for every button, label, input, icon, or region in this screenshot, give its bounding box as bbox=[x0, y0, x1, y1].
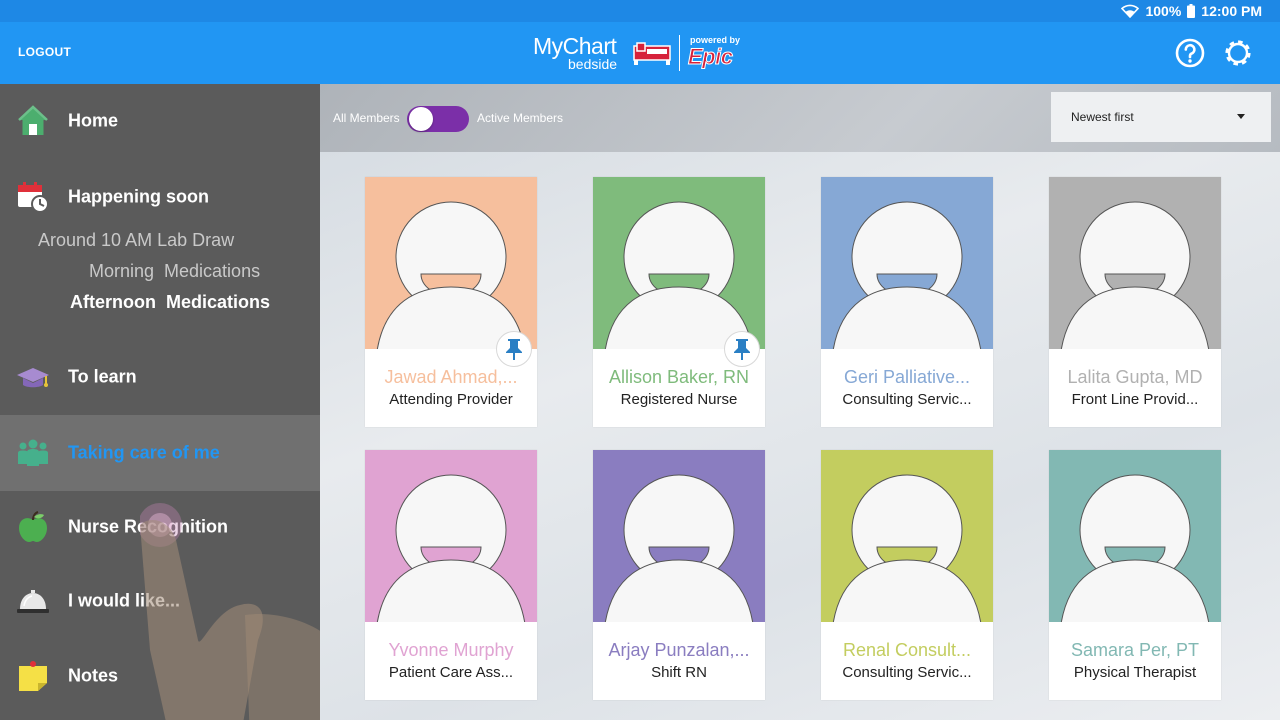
event-text: Lab Draw bbox=[157, 230, 235, 250]
pin-button[interactable] bbox=[496, 331, 532, 367]
toggle-knob bbox=[409, 107, 433, 131]
avatar bbox=[365, 450, 537, 622]
sidebar-item-home[interactable]: Home bbox=[0, 84, 320, 158]
care-team-role: Consulting Servic... bbox=[842, 391, 972, 408]
care-team-role: Consulting Servic... bbox=[842, 664, 972, 681]
avatar bbox=[821, 177, 993, 349]
logo-divider bbox=[679, 35, 680, 71]
caret-down-icon bbox=[1237, 114, 1245, 119]
app-logo: MyChart bedside powered by Epic bbox=[533, 32, 752, 74]
care-team-card[interactable]: Arjay Punzalan,... Shift RN bbox=[593, 450, 765, 700]
care-team-role: Shift RN bbox=[651, 664, 707, 681]
care-team-role: Patient Care Ass... bbox=[388, 664, 514, 681]
happening-soon-afternoon-meds[interactable]: Afternoon Medications bbox=[70, 292, 270, 313]
event-time: Around 10 AM bbox=[38, 230, 153, 250]
person-placeholder-icon bbox=[365, 177, 537, 349]
happening-soon-lab-draw[interactable]: Around 10 AM Lab Draw bbox=[38, 230, 234, 251]
sticky-note-icon bbox=[19, 661, 47, 691]
care-team-name: Renal Consult... bbox=[842, 640, 972, 660]
pushpin-icon bbox=[506, 339, 522, 360]
sidebar-item-i-would-like[interactable]: I would like... bbox=[0, 564, 320, 638]
wifi-icon bbox=[1121, 4, 1140, 18]
sidebar-item-nurse-recognition[interactable]: Nurse Recognition bbox=[0, 490, 320, 564]
care-team-card[interactable]: Lalita Gupta, MD Front Line Provid... bbox=[1049, 177, 1221, 427]
gear-icon[interactable] bbox=[1222, 37, 1254, 69]
sidebar-item-label: Nurse Recognition bbox=[68, 516, 229, 537]
pin-button[interactable] bbox=[724, 331, 760, 367]
person-placeholder-icon bbox=[593, 450, 765, 622]
calendar-clock-icon bbox=[18, 182, 49, 213]
clock: 12:00 PM bbox=[1201, 3, 1262, 19]
avatar bbox=[593, 177, 765, 349]
care-team-card[interactable]: Geri Palliative... Consulting Servic... bbox=[821, 177, 993, 427]
logo-wordmark: MyChart bedside bbox=[533, 33, 629, 73]
apple-icon bbox=[19, 511, 47, 542]
happening-soon-morning-meds[interactable]: Morning Medications bbox=[89, 261, 260, 282]
all-members-label[interactable]: All Members bbox=[333, 111, 400, 125]
care-team-grid: Jawad Ahmad,... Attending Provider Allison… bbox=[320, 152, 1280, 720]
sidebar-item-label: Notes bbox=[68, 665, 119, 686]
care-team-icon bbox=[18, 439, 48, 466]
care-team-name: Lalita Gupta, MD bbox=[1067, 367, 1203, 387]
epic-brand: Epic bbox=[687, 44, 733, 70]
app-header: LOGOUT MyChart bedside powered by Epic bbox=[0, 22, 1280, 84]
service-bell-icon bbox=[17, 590, 49, 613]
logo-sub: bedside bbox=[568, 56, 618, 72]
person-placeholder-icon bbox=[593, 177, 765, 349]
epic-logo: powered by Epic bbox=[687, 34, 752, 72]
sidebar-item-happening-soon[interactable]: Happening soon bbox=[0, 160, 320, 234]
sidebar-item-label: I would like... bbox=[68, 590, 181, 611]
care-team-name: Geri Palliative... bbox=[843, 367, 971, 387]
sidebar-item-taking-care-of-me[interactable]: Taking care of me bbox=[0, 415, 320, 491]
care-team-card[interactable]: Allison Baker, RN Registered Nurse bbox=[593, 177, 765, 427]
care-team-card[interactable]: Samara Per, PT Physical Therapist bbox=[1049, 450, 1221, 700]
person-placeholder-icon bbox=[365, 450, 537, 622]
battery-icon bbox=[1187, 4, 1196, 18]
bed-icon bbox=[633, 42, 671, 65]
avatar bbox=[821, 450, 993, 622]
care-team-name: Allison Baker, RN bbox=[608, 367, 750, 387]
care-team-card[interactable]: Renal Consult... Consulting Servic... bbox=[821, 450, 993, 700]
sidebar-item-notes[interactable]: Notes bbox=[0, 639, 320, 713]
person-placeholder-icon bbox=[1049, 450, 1221, 622]
logout-button[interactable]: LOGOUT bbox=[18, 45, 71, 59]
filter-bar: All Members Active Members Newest first bbox=[320, 84, 1280, 152]
house-icon bbox=[18, 105, 48, 135]
status-bar: 100% 12:00 PM bbox=[0, 0, 1280, 22]
sidebar-item-label: Taking care of me bbox=[68, 442, 220, 463]
help-icon[interactable] bbox=[1174, 37, 1206, 69]
active-members-label[interactable]: Active Members bbox=[477, 111, 563, 125]
care-team-name: Jawad Ahmad,... bbox=[384, 367, 518, 387]
care-team-role: Front Line Provid... bbox=[1071, 391, 1199, 408]
avatar bbox=[1049, 450, 1221, 622]
sidebar-item-label: Happening soon bbox=[68, 186, 209, 207]
avatar bbox=[1049, 177, 1221, 349]
avatar bbox=[593, 450, 765, 622]
care-team-role: Physical Therapist bbox=[1073, 664, 1197, 681]
sidebar-item-to-learn[interactable]: To learn bbox=[0, 340, 320, 414]
care-team-name: Arjay Punzalan,... bbox=[608, 640, 750, 660]
sidebar-item-label: To learn bbox=[68, 366, 137, 387]
sort-dropdown[interactable]: Newest first bbox=[1051, 92, 1271, 142]
sidebar: Home Happening soon Around 10 AM Lab Dra… bbox=[0, 84, 320, 720]
care-team-name: Samara Per, PT bbox=[1070, 640, 1200, 660]
care-team-role: Registered Nurse bbox=[620, 391, 738, 408]
status-right: 100% 12:00 PM bbox=[1121, 3, 1262, 19]
pushpin-icon bbox=[734, 339, 750, 360]
sidebar-item-label: Home bbox=[68, 110, 119, 131]
care-team-name: Yvonne Murphy bbox=[388, 640, 514, 660]
person-placeholder-icon bbox=[821, 450, 993, 622]
member-filter-toggle[interactable] bbox=[407, 106, 469, 132]
person-placeholder-icon bbox=[1049, 177, 1221, 349]
sort-selected-value: Newest first bbox=[1071, 110, 1134, 124]
avatar bbox=[365, 177, 537, 349]
person-placeholder-icon bbox=[821, 177, 993, 349]
care-team-card[interactable]: Jawad Ahmad,... Attending Provider bbox=[365, 177, 537, 427]
care-team-role: Attending Provider bbox=[389, 391, 513, 408]
graduation-cap-icon bbox=[17, 368, 49, 388]
care-team-card[interactable]: Yvonne Murphy Patient Care Ass... bbox=[365, 450, 537, 700]
battery-level: 100% bbox=[1145, 3, 1182, 19]
